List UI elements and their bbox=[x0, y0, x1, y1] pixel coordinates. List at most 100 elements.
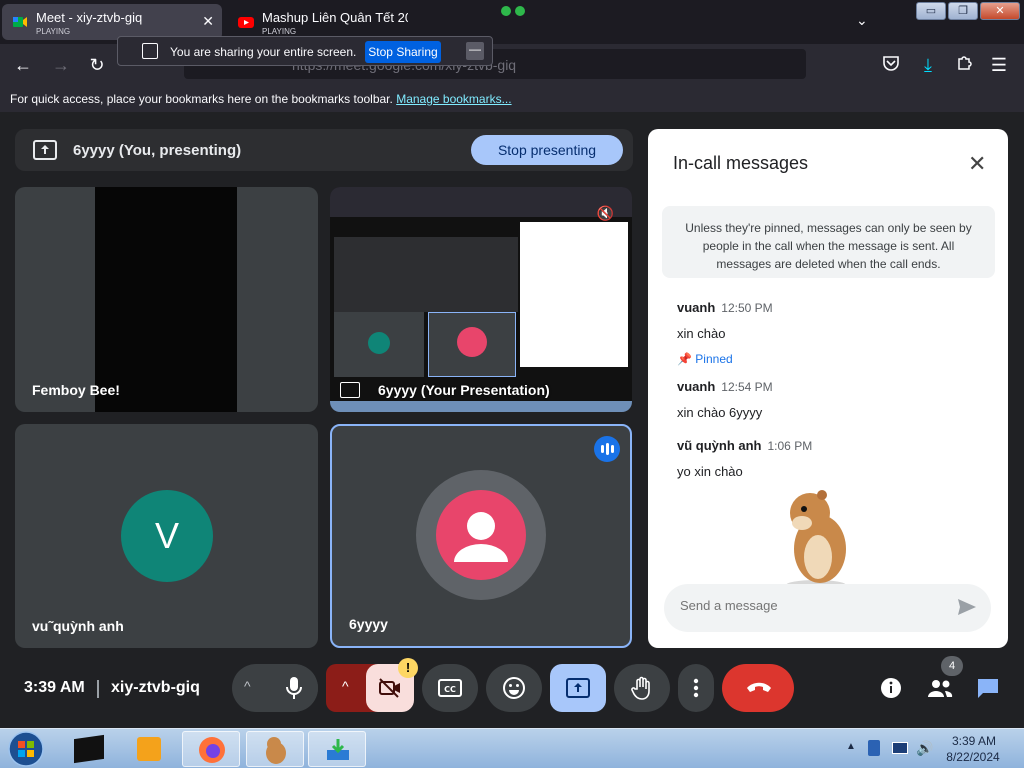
camera-warning-icon: ! bbox=[398, 658, 418, 678]
firefox-icon bbox=[199, 737, 225, 763]
leave-call-button[interactable] bbox=[722, 664, 794, 712]
raise-hand-button[interactable] bbox=[614, 664, 670, 712]
window-maximize-button[interactable]: ❐ bbox=[948, 2, 978, 20]
tab-title: Mashup Liên Quân Tết 2022 - bbox=[262, 10, 408, 25]
window-close-button[interactable]: ✕ bbox=[980, 2, 1020, 20]
message-text: xin chào 6yyyy bbox=[677, 405, 763, 420]
sharing-message: You are sharing your entire screen. bbox=[170, 45, 357, 59]
participant-tile-vu-quynh-anh[interactable]: V vu˜quỳnh anh bbox=[15, 424, 318, 648]
send-message-input[interactable] bbox=[680, 598, 940, 613]
tray-volume-icon[interactable]: 🔊 bbox=[916, 740, 933, 757]
pinned-label[interactable]: 📌 Pinned bbox=[677, 352, 773, 366]
message-sender: vũ quỳnh anh bbox=[677, 438, 762, 453]
pocket-icon[interactable] bbox=[880, 54, 902, 76]
microphone-button[interactable] bbox=[270, 664, 318, 712]
taskbar-app-terminal[interactable] bbox=[60, 731, 118, 767]
participant-name: Femboy Bee! bbox=[32, 382, 120, 398]
message-sender: vuanh bbox=[677, 379, 716, 394]
tab-list-chevron-icon[interactable]: ⌄ bbox=[856, 12, 868, 29]
avatar: V bbox=[121, 490, 213, 582]
end-call-icon bbox=[747, 682, 771, 692]
back-arrow-icon[interactable]: ← bbox=[12, 54, 34, 76]
bookmarks-toolbar: For quick access, place your bookmarks h… bbox=[0, 86, 1024, 112]
meeting-clock: 3:39 AM bbox=[24, 679, 85, 696]
present-now-button[interactable] bbox=[550, 664, 606, 712]
people-icon[interactable] bbox=[927, 678, 953, 698]
emoji-icon bbox=[503, 677, 525, 699]
camera-control: ^ ! bbox=[326, 658, 418, 712]
share-screen-icon bbox=[142, 43, 158, 59]
message-item: vuanh 12:54 PM xin chào 6yyyy bbox=[677, 379, 773, 420]
presentation-preview-taskbar bbox=[330, 401, 632, 412]
chat-icon[interactable] bbox=[976, 677, 1000, 699]
send-icon[interactable] bbox=[956, 596, 978, 618]
tab-title: Meet - xiy-ztvb-giq bbox=[36, 10, 143, 25]
svg-text:CC: CC bbox=[444, 685, 456, 694]
audio-options-chevron-icon[interactable]: ^ bbox=[244, 678, 251, 694]
tray-display-icon[interactable] bbox=[892, 742, 908, 754]
close-panel-icon[interactable]: ✕ bbox=[968, 151, 986, 177]
camera-off-icon bbox=[379, 678, 400, 698]
message-item: vuanh 12:50 PM xin chào 📌 Pinned bbox=[677, 300, 773, 366]
present-screen-icon bbox=[340, 382, 360, 398]
video-options-chevron-icon[interactable]: ^ bbox=[342, 678, 349, 694]
participant-video bbox=[95, 187, 237, 412]
presentation-preview-tile bbox=[334, 312, 424, 377]
more-vertical-icon bbox=[693, 678, 699, 698]
presentation-preview-tile bbox=[428, 312, 516, 377]
tab-status: PLAYING bbox=[36, 27, 71, 36]
windows-start-icon[interactable] bbox=[6, 730, 46, 768]
menu-hamburger-icon[interactable]: ☰ bbox=[988, 54, 1010, 76]
forward-arrow-icon[interactable]: → bbox=[50, 54, 72, 76]
message-input-box[interactable] bbox=[664, 584, 991, 632]
downloads-icon[interactable]: ⤓ bbox=[917, 54, 939, 76]
window-minimize-button[interactable]: ▭ bbox=[916, 2, 946, 20]
stop-sharing-button[interactable]: Stop Sharing bbox=[365, 41, 441, 63]
minimize-banner-button[interactable]: — bbox=[466, 42, 484, 60]
message-sender: vuanh bbox=[677, 300, 716, 315]
stop-presenting-button[interactable]: Stop presenting bbox=[471, 135, 623, 165]
tray-clock-date[interactable]: 8/22/2024 bbox=[942, 750, 1004, 764]
meet-icon bbox=[13, 17, 27, 27]
panel-title: In-call messages bbox=[673, 153, 809, 173]
tray-clock-time[interactable]: 3:39 AM bbox=[948, 734, 1000, 748]
extensions-puzzle-icon[interactable] bbox=[953, 54, 975, 76]
screen-sharing-banner: You are sharing your entire screen. Stop… bbox=[117, 36, 493, 66]
tab-close-icon[interactable]: ✕ bbox=[202, 13, 214, 30]
message-time: 1:06 PM bbox=[767, 439, 813, 453]
reload-icon[interactable]: ↻ bbox=[86, 54, 108, 76]
taskbar-app-downloader[interactable] bbox=[308, 731, 366, 767]
participant-tile-femboy-bee[interactable]: Femboy Bee! bbox=[15, 187, 318, 412]
message-time: 12:54 PM bbox=[721, 380, 773, 394]
presentation-preview-grid bbox=[334, 237, 518, 312]
meeting-info-icon[interactable] bbox=[880, 677, 902, 699]
message-time: 12:50 PM bbox=[721, 301, 773, 315]
hamster-sticker-icon bbox=[786, 490, 846, 590]
tab-meet[interactable]: Meet - xiy-ztvb-giq PLAYING ✕ bbox=[2, 4, 222, 40]
reactions-button[interactable] bbox=[486, 664, 542, 712]
bookmarks-hint: For quick access, place your bookmarks h… bbox=[10, 92, 393, 106]
tray-expand-icon[interactable]: ▲ bbox=[846, 741, 856, 752]
hamster-image-icon bbox=[266, 737, 286, 764]
muted-icon: 🔇 bbox=[596, 205, 614, 221]
presentation-preview-panel bbox=[520, 222, 628, 367]
pin-icon: 📌 bbox=[677, 352, 692, 366]
participant-name: 6yyyy (Your Presentation) bbox=[378, 382, 550, 398]
message-item: vũ quỳnh anh 1:06 PM yo xin chào bbox=[677, 438, 812, 479]
present-screen-icon bbox=[33, 140, 57, 160]
presentation-preview-chrome bbox=[330, 187, 632, 217]
presentation-tile[interactable]: 🔇 6yyyy (Your Presentation) bbox=[330, 187, 632, 412]
taskbar-app-image-viewer[interactable] bbox=[246, 731, 304, 767]
taskbar-app-media-player[interactable] bbox=[120, 731, 178, 767]
pinned-text: Pinned bbox=[695, 352, 733, 366]
downloader-icon bbox=[327, 739, 349, 760]
tray-network-icon[interactable] bbox=[868, 740, 880, 756]
more-options-button[interactable] bbox=[678, 664, 714, 712]
media-player-icon bbox=[137, 737, 161, 761]
participant-tile-6yyyy[interactable]: 6yyyy bbox=[330, 424, 632, 648]
taskbar-app-firefox[interactable] bbox=[182, 731, 240, 767]
participant-name: vu˜quỳnh anh bbox=[32, 618, 124, 634]
manage-bookmarks-link[interactable]: Manage bookmarks... bbox=[396, 92, 511, 106]
captions-button[interactable]: CC bbox=[422, 664, 478, 712]
tab-youtube[interactable]: Mashup Liên Quân Tết 2022 - PLAYING bbox=[228, 4, 418, 40]
